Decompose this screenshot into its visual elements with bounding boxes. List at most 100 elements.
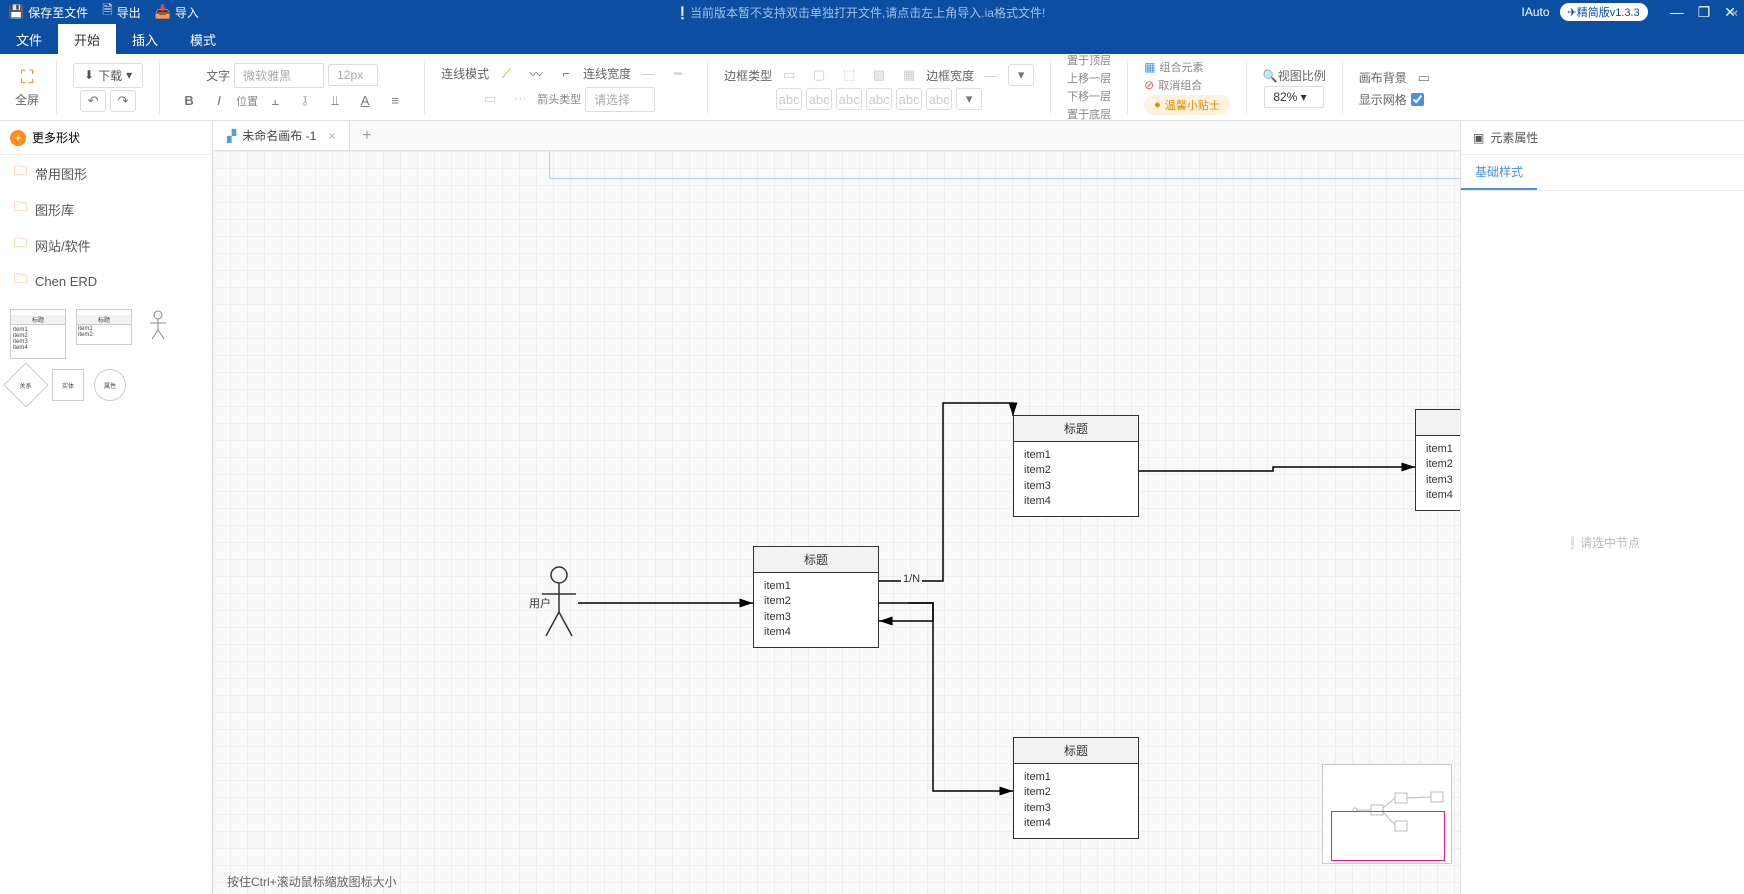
align-mid-button[interactable]: ⫱ (292, 90, 318, 112)
erd-title: 标题 (1014, 738, 1138, 764)
menu-mode[interactable]: 模式 (174, 24, 232, 54)
props-empty-text: ❕请选中节点 (1461, 191, 1744, 894)
abc2-icon[interactable]: abc (806, 88, 832, 110)
export-button[interactable]: 🗎导出 (102, 1, 140, 23)
shape-attribute[interactable]: 属性 (94, 369, 126, 401)
tab-icon: ▞ (227, 129, 236, 143)
cat-library[interactable]: 🗀图形库 (0, 191, 212, 227)
line-curve-icon[interactable]: 〰 (523, 63, 549, 85)
line-ortho-icon[interactable]: ⌐ (553, 63, 579, 85)
para-button[interactable]: ≡ (382, 90, 408, 112)
layer-down[interactable]: 下移一层 (1067, 88, 1111, 104)
redo-button[interactable]: ↷ (110, 90, 136, 112)
folder-icon: 🗀 (14, 234, 27, 256)
cat-common[interactable]: 🗀常用图形 (0, 155, 212, 191)
erd-node-4[interactable]: 标题 item1 item2 item3 item4 (1415, 409, 1460, 511)
import-button[interactable]: 📥导入 (155, 4, 199, 21)
abc6-icon[interactable]: abc (926, 88, 952, 110)
undo-button[interactable]: ↶ (80, 90, 106, 112)
erd-item: item4 (764, 625, 868, 640)
align-top-button[interactable]: ⫠ (262, 90, 288, 112)
erd-node-1[interactable]: 标题 item1 item2 item3 item4 (753, 546, 879, 648)
shape-entity[interactable]: 实体 (52, 369, 84, 401)
erd-item: item2 (764, 594, 868, 609)
shape-erd-big[interactable]: 标题 item1 item2 item3 item4 (10, 309, 66, 359)
line-width-label: 连线宽度 (583, 65, 631, 82)
bw2-icon[interactable]: ▾ (1008, 64, 1034, 86)
more-shapes-button[interactable]: + 更多形状 ‹ (0, 121, 212, 155)
layer-top[interactable]: 置于顶层 (1067, 52, 1111, 68)
minimap[interactable] (1322, 764, 1452, 864)
tab-canvas-1[interactable]: ▞ 未命名画布 -1 × (213, 121, 350, 150)
sidebar-right-close[interactable]: × (1731, 6, 1738, 20)
ungroup-icon: ⊘ (1144, 78, 1154, 92)
font-size-select[interactable]: 12px (328, 64, 378, 86)
abc3-icon[interactable]: abc (836, 88, 862, 110)
view-ratio-label: 🔍视图比例 (1263, 67, 1326, 84)
folder-icon: 🗀 (14, 162, 27, 184)
bt1-icon[interactable]: ▭ (776, 64, 802, 86)
text-label: 文字 (206, 67, 230, 84)
minimap-viewport[interactable] (1331, 811, 1445, 861)
shape-relation[interactable]: 关系 (3, 362, 48, 407)
erd-title: 标题 (1416, 410, 1460, 436)
shape-actor[interactable] (142, 309, 174, 341)
cat-website[interactable]: 🗀网站/软件 (0, 227, 212, 263)
layer-up[interactable]: 上移一层 (1067, 70, 1111, 86)
border-type-label: 边框类型 (724, 67, 772, 84)
bt4-icon[interactable]: ▨ (866, 64, 892, 86)
bt3-icon[interactable]: ⬚ (836, 64, 862, 86)
line-straight-icon[interactable]: ⟋ (493, 63, 519, 85)
bw1-icon[interactable]: — (978, 64, 1004, 86)
tip-badge[interactable]: ●温馨小贴士 (1144, 95, 1230, 115)
menu-insert[interactable]: 插入 (116, 24, 174, 54)
layer-bottom[interactable]: 置于底层 (1067, 106, 1111, 122)
erd-item: item1 (1024, 448, 1128, 463)
lw-thin-icon[interactable]: — (635, 63, 661, 85)
font-select[interactable]: 微软雅黑 (234, 63, 324, 88)
prop-tab-basic[interactable]: 基础样式 (1461, 155, 1537, 190)
abc-more-icon[interactable]: ▾ (956, 88, 982, 110)
ungroup-button[interactable]: 取消组合 (1158, 77, 1202, 93)
canvas[interactable]: 1/N 用户 标题 item1 item2 item3 (213, 151, 1460, 894)
font-color-button[interactable]: A (352, 90, 378, 112)
save-button[interactable]: 💾保存至文件 (8, 4, 88, 21)
artboard-border (549, 151, 1460, 179)
erd-item: item1 (1024, 770, 1128, 785)
line-color-icon[interactable]: ▭ (477, 88, 503, 110)
shape-erd-small[interactable]: 标题 item1 item2 (76, 309, 132, 345)
more-shapes-label: 更多形状 (32, 129, 80, 146)
zoom-select[interactable]: 82% ▾ (1264, 86, 1324, 108)
group-button[interactable]: 组合元素 (1160, 59, 1204, 75)
menu-start[interactable]: 开始 (58, 24, 116, 54)
erd-node-3[interactable]: 标题 item1 item2 item3 item4 (1013, 737, 1139, 839)
abc4-icon[interactable]: abc (866, 88, 892, 110)
canvas-bg-label: 画布背景 (1359, 69, 1407, 86)
tab-close-button[interactable]: × (328, 129, 335, 143)
abc5-icon[interactable]: abc (896, 88, 922, 110)
minimize-button[interactable]: — (1670, 4, 1684, 21)
cat-chenerd[interactable]: 🗀Chen ERD (0, 263, 212, 299)
bold-button[interactable]: B (176, 90, 202, 112)
erd-item: item3 (1426, 473, 1460, 488)
menu-file[interactable]: 文件 (0, 24, 58, 54)
align-bot-button[interactable]: ⫫ (322, 90, 348, 112)
maximize-button[interactable]: ❐ (1698, 4, 1711, 21)
lw-thick-icon[interactable]: ━ (665, 63, 691, 85)
download-button[interactable]: ⬇ 下载 ▾ (73, 63, 143, 88)
italic-button[interactable]: I (206, 90, 232, 112)
pos-label: 位置 (236, 93, 258, 109)
arrow-select[interactable]: 请选择 (585, 87, 655, 112)
canvas-bg-color[interactable]: ▭ (1411, 67, 1437, 89)
tab-add-button[interactable]: + (350, 127, 383, 145)
erd-item: item3 (1024, 801, 1128, 816)
bt2-icon[interactable]: ▢ (806, 64, 832, 86)
abc1-icon[interactable]: abc (776, 88, 802, 110)
export-icon: 🗎 (102, 1, 112, 23)
show-grid-checkbox[interactable] (1411, 93, 1424, 106)
tab-label: 未命名画布 -1 (242, 127, 316, 144)
fullscreen-icon[interactable]: ⛶ (14, 67, 40, 89)
erd-node-2[interactable]: 标题 item1 item2 item3 item4 (1013, 415, 1139, 517)
bt5-icon[interactable]: ▦ (896, 64, 922, 86)
line-style-icon[interactable]: ⋯ (507, 88, 533, 110)
